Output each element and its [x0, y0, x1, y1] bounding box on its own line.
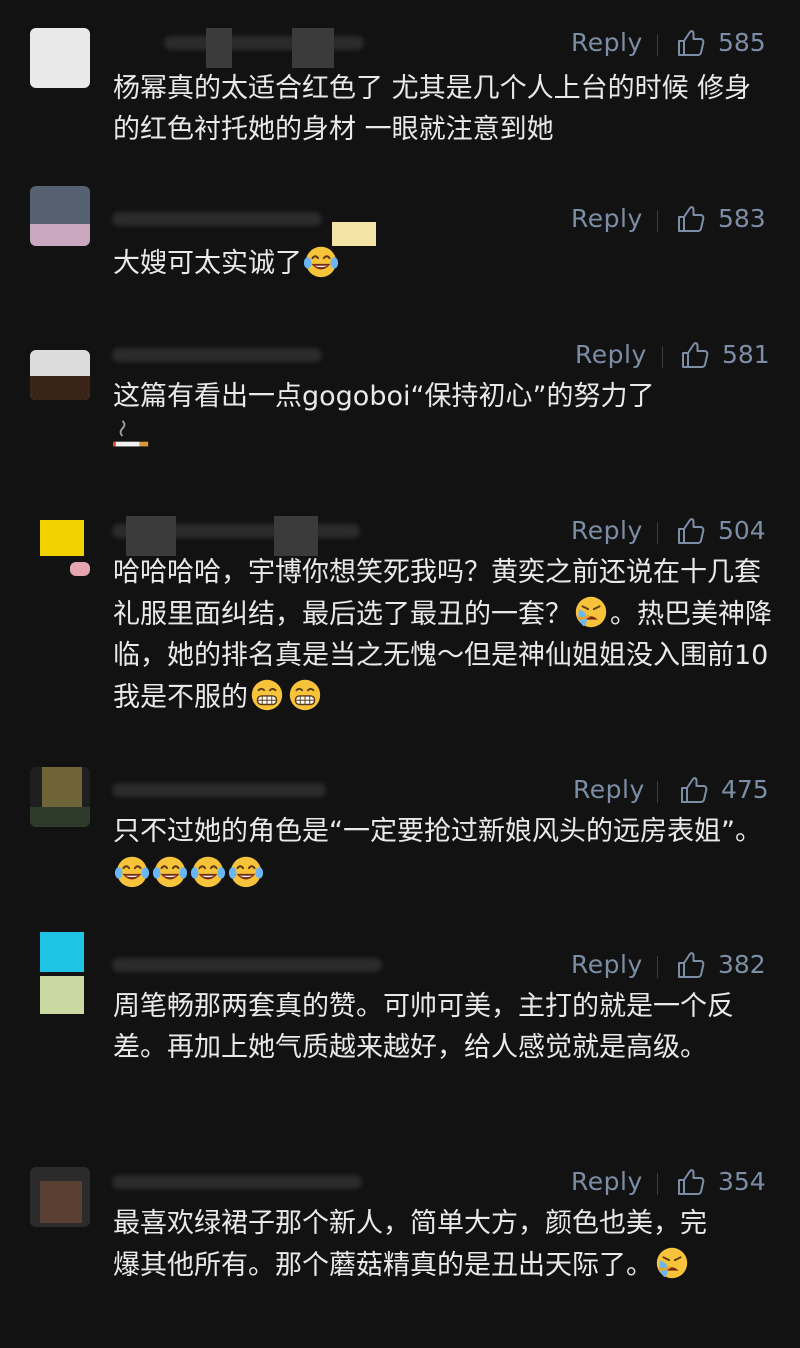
like-count: 504 [718, 516, 766, 545]
divider [662, 346, 663, 368]
crying-face-emoji [572, 593, 610, 631]
thumbs-up-icon[interactable] [676, 516, 706, 546]
comment-text: 最喜欢绿裙子那个新人，简单大方，颜色也美，完爆其他所有。那个蘑菇精真的是丑出天际… [113, 1208, 707, 1282]
thumbs-up-icon[interactable] [676, 950, 706, 980]
avatar[interactable] [30, 516, 90, 576]
divider [657, 34, 658, 56]
reply-button[interactable]: Reply [571, 950, 643, 979]
avatar[interactable] [30, 28, 90, 88]
like-count: 581 [722, 340, 770, 369]
grinning-face-emoji [286, 676, 324, 714]
reply-button[interactable]: Reply [571, 516, 643, 545]
reply-button[interactable]: Reply [571, 28, 643, 57]
cigarette-emoji [113, 417, 151, 455]
username-redacted [112, 775, 372, 801]
grinning-face-emoji [248, 676, 286, 714]
avatar[interactable] [30, 1167, 90, 1227]
thumbs-up-icon[interactable] [676, 28, 706, 58]
crying-face-emoji [653, 1244, 691, 1282]
like-count: 382 [718, 950, 766, 979]
like-count: 585 [718, 28, 766, 57]
avatar[interactable] [30, 186, 90, 246]
divider [657, 781, 658, 803]
comment-text: 哈哈哈哈，宇博你想笑死我吗？黄奕之前还说在十几套礼服里面纠结，最后选了最丑的一套… [113, 557, 772, 714]
username-redacted [112, 28, 372, 68]
username-redacted [112, 204, 376, 246]
thumbs-up-icon[interactable] [679, 775, 709, 805]
laughing-tears-emoji [189, 852, 227, 890]
comment-text: 周笔畅那两套真的赞。可帅可美，主打的就是一个反差。再加上她气质越来越好，给人感觉… [113, 991, 734, 1063]
reply-button[interactable]: Reply [571, 1167, 643, 1196]
reply-button[interactable]: Reply [573, 775, 645, 804]
divider [657, 956, 658, 978]
avatar[interactable] [30, 350, 90, 400]
comment-text: 大嫂可太实诚了 [113, 242, 773, 284]
comment-text: 只不过她的角色是“一定要抢过新娘风头的远房表姐”。 [113, 811, 773, 894]
like-count: 583 [718, 204, 766, 233]
comment-text: 杨幂真的太适合红色了 尤其是几个人上台的时候 修身的红色衬托她的身材 一眼就注意… [113, 73, 752, 145]
reply-button[interactable]: Reply [575, 340, 647, 369]
laughing-tears-emoji [113, 852, 151, 890]
divider [657, 522, 658, 544]
thumbs-up-icon[interactable] [680, 340, 710, 370]
like-count: 354 [718, 1167, 766, 1196]
comment-text: 这篇有看出一点gogoboi“保持初心”的努力了 [113, 376, 773, 459]
thumbs-up-icon[interactable] [676, 1167, 706, 1197]
divider [657, 1173, 658, 1195]
like-count: 475 [721, 775, 769, 804]
username-redacted [112, 516, 372, 556]
avatar[interactable] [30, 932, 90, 1016]
divider [657, 210, 658, 232]
reply-button[interactable]: Reply [571, 204, 643, 233]
thumbs-up-icon[interactable] [676, 204, 706, 234]
laughing-tears-emoji [151, 852, 189, 890]
username-redacted [112, 950, 382, 976]
username-redacted [112, 1167, 372, 1193]
laughing-tears-emoji [227, 852, 265, 890]
laughing-tears-emoji [302, 242, 340, 280]
username-redacted [112, 340, 372, 366]
avatar[interactable] [30, 767, 90, 827]
